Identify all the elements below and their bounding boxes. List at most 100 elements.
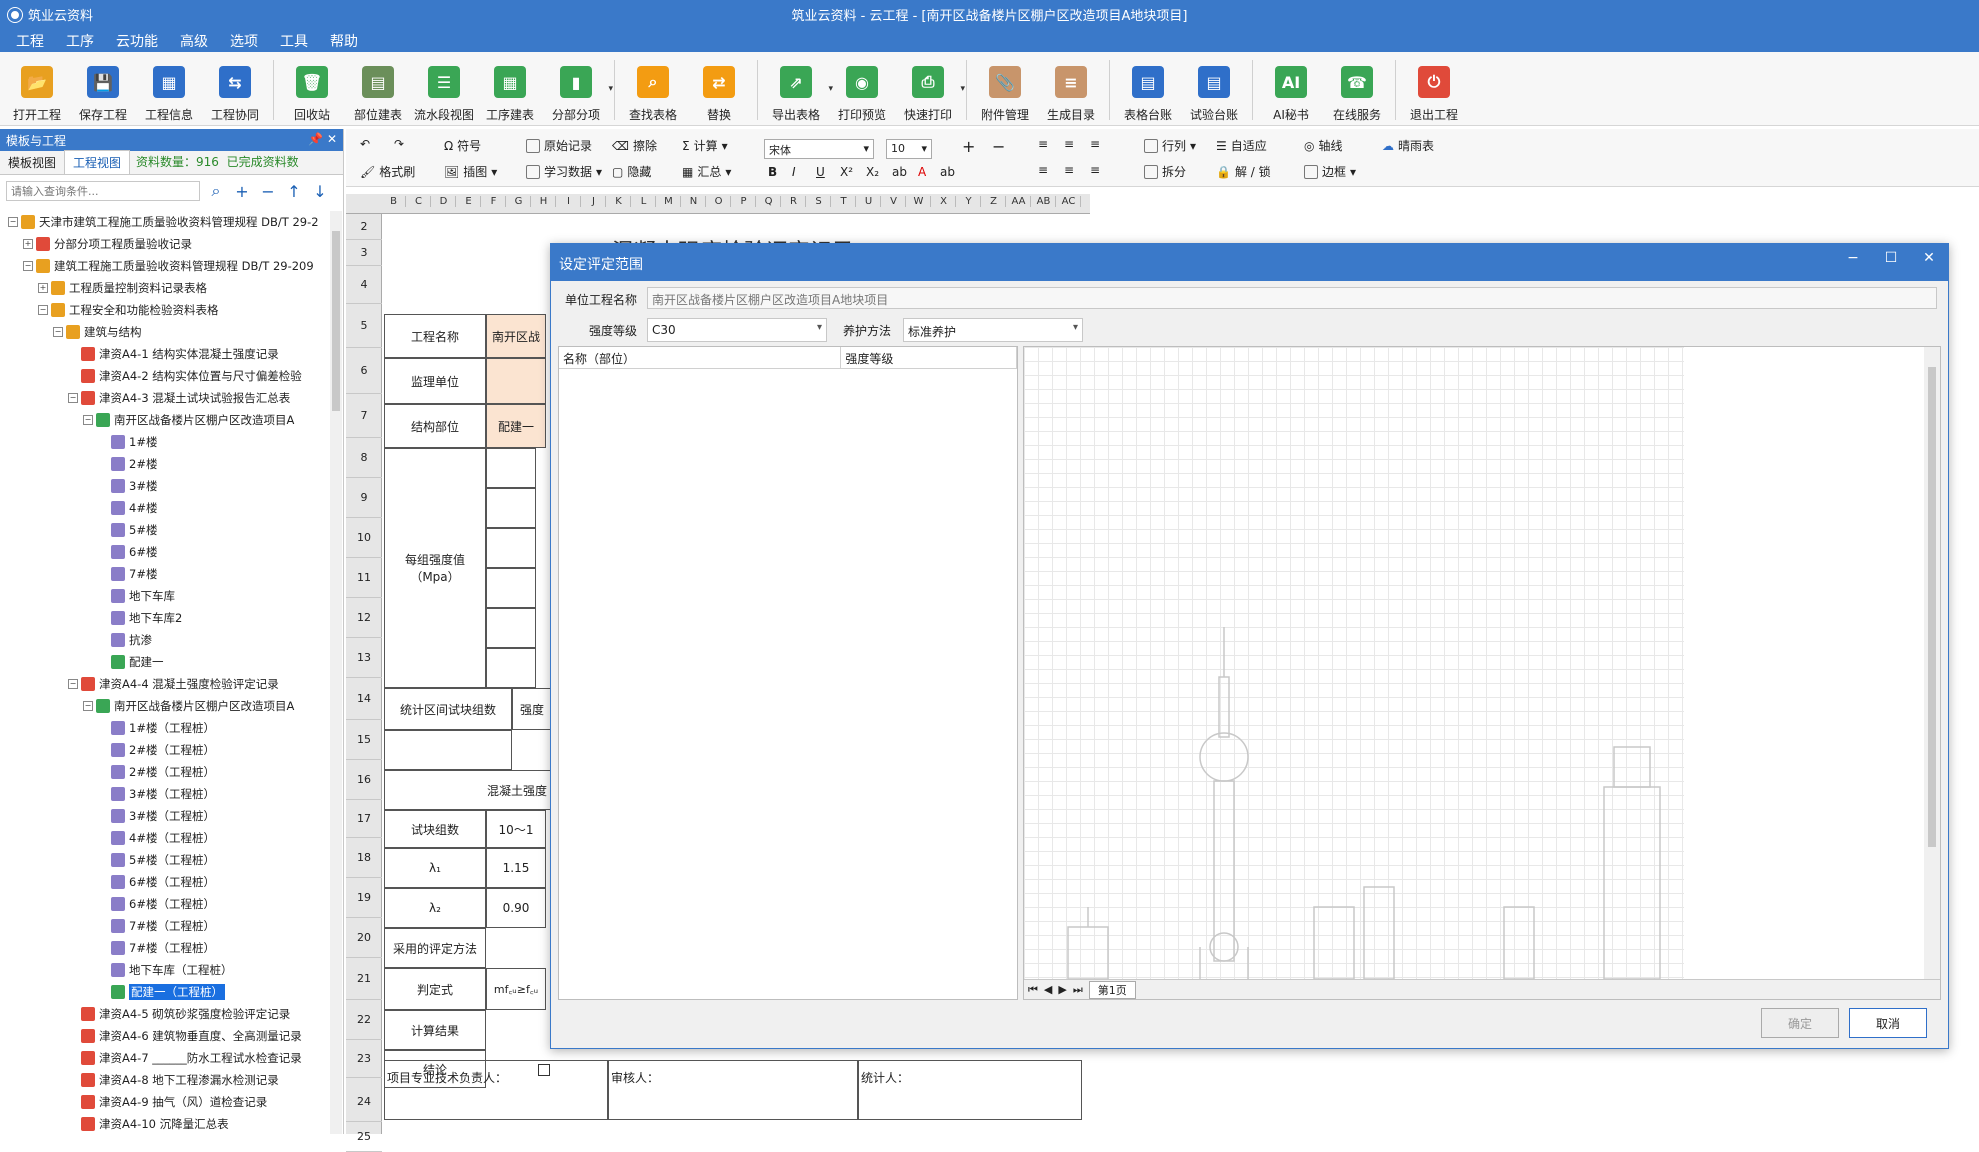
tree-node[interactable]: 5#楼（工程桩） — [0, 849, 330, 871]
table-build-button[interactable]: ▤ 部位建表 — [345, 52, 411, 126]
tree-node[interactable]: 6#楼（工程桩） — [0, 871, 330, 893]
tree-toggle-icon[interactable]: − — [68, 393, 78, 403]
building-button[interactable]: ▦ 工程信息 — [136, 52, 202, 126]
column-header[interactable]: N — [682, 196, 706, 207]
column-header[interactable]: J — [582, 196, 606, 207]
italic-icon[interactable]: I — [792, 165, 796, 179]
split-button[interactable]: 拆分 — [1144, 163, 1186, 180]
tree-node[interactable]: 7#楼（工程桩） — [0, 915, 330, 937]
tree-toggle-icon[interactable]: − — [68, 679, 78, 689]
tree-node[interactable]: 2#楼（工程桩） — [0, 739, 330, 761]
tree-node[interactable]: 地下车库 — [0, 585, 330, 607]
bar-chart-button[interactable]: ▮ 分部分项 ▾ — [543, 52, 613, 126]
tree-node[interactable]: 2#楼 — [0, 453, 330, 475]
row-header[interactable]: 20 — [346, 918, 382, 958]
row-header[interactable]: 8 — [346, 438, 382, 478]
collapse-minus-icon[interactable]: − — [258, 182, 278, 201]
tree-node[interactable]: 2#楼（工程桩） — [0, 761, 330, 783]
tree-scrollbar[interactable] — [330, 211, 342, 1134]
tree-node[interactable]: + 分部分项工程质量验收记录 — [0, 233, 330, 255]
tree-node[interactable]: 地下车库（工程桩） — [0, 959, 330, 981]
learn-data-button[interactable]: 学习数据 ▾ — [526, 163, 602, 180]
tree-node[interactable]: 津资A4-10 沉降量汇总表 — [0, 1113, 330, 1134]
undo-icon[interactable]: ↶ — [360, 137, 370, 151]
tree-toggle-icon[interactable]: + — [38, 283, 48, 293]
row-header[interactable]: 21 — [346, 958, 382, 1000]
row-header[interactable]: 24 — [346, 1082, 382, 1122]
tree-node[interactable]: 6#楼 — [0, 541, 330, 563]
dropdown-arrow-icon[interactable]: ▾ — [960, 84, 965, 94]
tree-toggle-icon[interactable]: − — [8, 217, 18, 227]
row-header[interactable]: 17 — [346, 800, 382, 838]
attachment-button[interactable]: 📎 附件管理 — [972, 52, 1038, 126]
open-folder-button[interactable]: 📂 打开工程 — [4, 52, 70, 126]
column-header[interactable]: I — [557, 196, 581, 207]
column-header[interactable]: D — [432, 196, 456, 207]
tree-node[interactable]: 7#楼 — [0, 563, 330, 585]
first-sheet-icon[interactable]: ⏮ — [1028, 983, 1038, 997]
search-button[interactable]: ⌕ 查找表格 — [620, 52, 686, 126]
column-header[interactable]: O — [707, 196, 731, 207]
tree-node[interactable]: 津资A4-5 砌筑砂浆强度检验评定记录 — [0, 1003, 330, 1025]
row-header[interactable]: 9 — [346, 478, 382, 518]
row-header[interactable]: 14 — [346, 678, 382, 720]
row-header[interactable]: 4 — [346, 266, 382, 304]
group-count-value[interactable]: 10～1 — [486, 810, 546, 848]
list-view-button[interactable]: ☰ 流水段视图 — [411, 52, 477, 126]
tree-node[interactable]: 津资A4-7 ______防水工程试水检查记录 — [0, 1047, 330, 1069]
sheet-tab-page1[interactable]: 第1页 — [1088, 980, 1136, 999]
column-header[interactable]: B — [382, 196, 406, 207]
menu-item[interactable]: 工具 — [270, 26, 318, 52]
test-ledger-button[interactable]: ▤ 试验台账 — [1181, 52, 1247, 126]
weather-table-button[interactable]: ☁ 晴雨表 — [1382, 137, 1434, 154]
save-button[interactable]: 💾 保存工程 — [70, 52, 136, 126]
tree-toggle-icon[interactable]: − — [83, 415, 93, 425]
lambda2-value[interactable]: 0.90 — [486, 888, 546, 928]
row-header[interactable]: 3 — [346, 240, 382, 266]
tree-node[interactable]: 抗渗 — [0, 629, 330, 651]
tab-project-view[interactable]: 工程视图 — [64, 150, 131, 174]
arrow-down-icon[interactable]: ↓ — [310, 182, 330, 201]
row-header[interactable]: 7 — [346, 394, 382, 438]
tree-node[interactable]: − 建筑工程施工质量验收资料管理规程 DB/T 29-209 — [0, 255, 330, 277]
tree-node[interactable]: − 津资A4-3 混凝土试块试验报告汇总表 — [0, 387, 330, 409]
prev-sheet-icon[interactable]: ◀ — [1044, 983, 1052, 996]
tree-node[interactable]: 津资A4-9 抽气（风）道检查记录 — [0, 1091, 330, 1113]
row-header[interactable]: 22 — [346, 1000, 382, 1040]
superscript-icon[interactable]: X² — [840, 165, 853, 179]
column-header[interactable]: V — [882, 196, 906, 207]
pin-icon[interactable]: 📌 — [308, 132, 323, 146]
tree-node[interactable]: 配建一 — [0, 651, 330, 673]
menu-item[interactable]: 选项 — [220, 26, 268, 52]
strength-cell[interactable] — [486, 448, 536, 488]
column-header[interactable]: X — [932, 196, 956, 207]
scrollbar-thumb[interactable] — [332, 231, 340, 411]
row-header[interactable]: 23 — [346, 1040, 382, 1078]
menu-item[interactable]: 帮助 — [320, 26, 368, 52]
text-wrap-icon[interactable]: ab — [940, 165, 955, 179]
align-right-icon[interactable]: ≡ — [1090, 163, 1100, 177]
column-header[interactable]: R — [782, 196, 806, 207]
column-header[interactable]: U — [857, 196, 881, 207]
ok-button[interactable]: 确定 — [1761, 1008, 1839, 1038]
autofit-button[interactable]: ☰ 自适应 — [1216, 137, 1267, 154]
summary-button[interactable]: ▦ 汇总 ▾ — [682, 163, 731, 180]
axis-button[interactable]: ◎ 轴线 — [1304, 137, 1343, 154]
tree-node[interactable]: − 津资A4-4 混凝土强度检验评定记录 — [0, 673, 330, 695]
handshake-button[interactable]: ⇆ 工程协同 — [202, 52, 268, 126]
hide-button[interactable]: ▢ 隐藏 — [612, 163, 651, 180]
cancel-button[interactable]: 取消 — [1849, 1008, 1927, 1038]
column-header[interactable]: AA — [1007, 196, 1031, 207]
strikethrough-icon[interactable]: ab — [892, 165, 907, 179]
strength-cell[interactable] — [486, 488, 536, 528]
column-header[interactable]: F — [482, 196, 506, 207]
row-header[interactable]: 13 — [346, 638, 382, 678]
tree-node[interactable]: 1#楼（工程桩） — [0, 717, 330, 739]
tree-node[interactable]: 6#楼（工程桩） — [0, 893, 330, 915]
column-header[interactable]: M — [657, 196, 681, 207]
grade-column-header[interactable]: 强度等级 — [841, 347, 1017, 368]
curing-method-select[interactable]: 标准养护 ▾ — [903, 318, 1083, 342]
process-table-button[interactable]: ▦ 工序建表 — [477, 52, 543, 126]
tree-node[interactable]: 4#楼（工程桩） — [0, 827, 330, 849]
catalog-button[interactable]: ≡ 生成目录 — [1038, 52, 1104, 126]
